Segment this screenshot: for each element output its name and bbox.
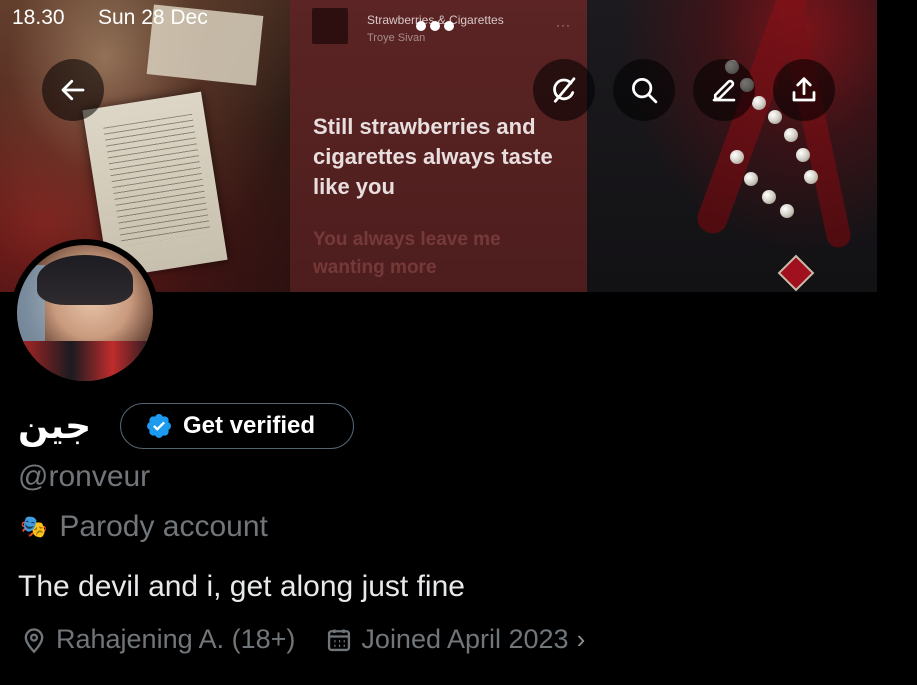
share-icon	[792, 77, 816, 102]
banner-lyrics-panel: Strawberries & Cigarettes Troye Sivan ··…	[290, 0, 587, 292]
parody-label-text: Parody account	[59, 510, 268, 543]
edit-icon	[712, 79, 736, 102]
grok-icon	[553, 77, 576, 103]
location-pin-icon	[24, 627, 44, 653]
location-text: Rahajening A. (18+)	[56, 624, 296, 654]
pearl	[730, 150, 744, 164]
avatar-shirt	[17, 341, 153, 381]
get-verified-button[interactable]: Get verified	[120, 403, 354, 449]
banner-book-text	[103, 113, 211, 247]
pearl	[780, 204, 794, 218]
get-verified-label: Get verified	[183, 412, 316, 439]
pearl	[796, 148, 810, 162]
share-button[interactable]	[773, 59, 835, 121]
lyric-current: Still strawberries and cigarettes always…	[313, 114, 553, 199]
avatar-hair	[37, 255, 133, 305]
avatar[interactable]	[17, 245, 153, 381]
pearl	[752, 96, 766, 110]
pearl	[768, 110, 782, 124]
parody-label[interactable]: 🎭 Parody account	[20, 510, 268, 544]
chevron-right-icon[interactable]: ›	[577, 624, 586, 655]
calendar-icon	[328, 629, 351, 651]
edit-button[interactable]	[693, 59, 755, 121]
grok-button[interactable]	[533, 59, 595, 121]
user-handle: @ronveur	[18, 460, 151, 493]
pearl	[804, 170, 818, 184]
joined-item[interactable]: Joined April 2023 ›	[325, 624, 585, 655]
status-date: Sun 28 Dec	[98, 6, 208, 29]
search-button[interactable]	[613, 59, 675, 121]
profile-bio: The devil and i, get along just fine	[18, 570, 465, 603]
avatar-ring[interactable]	[11, 239, 159, 387]
back-button[interactable]	[42, 59, 104, 121]
display-name: جين	[18, 406, 92, 447]
pearl	[744, 172, 758, 186]
pearl	[762, 190, 776, 204]
banner-edge	[877, 0, 917, 292]
location-item: Rahajening A. (18+)	[20, 624, 295, 655]
joined-date: Joined April 2023	[361, 624, 569, 654]
lyric-next: You always leave me wanting more	[313, 229, 501, 278]
profile-meta: Rahajening A. (18+) Joined April 2023 ›	[20, 624, 585, 655]
verified-badge-icon	[147, 414, 171, 438]
profile-banner[interactable]: Strawberries & Cigarettes Troye Sivan ··…	[0, 0, 917, 292]
song-more-icon: ···	[556, 18, 571, 32]
banner-jewelry-scene	[587, 0, 877, 292]
back-arrow-icon	[61, 79, 85, 101]
pearl	[784, 128, 798, 142]
mask-icon: 🎭	[20, 514, 48, 539]
search-icon	[632, 78, 658, 104]
multitask-dots-icon[interactable]	[416, 18, 458, 36]
status-time: 18.30	[12, 6, 65, 29]
song-artwork	[312, 8, 348, 44]
